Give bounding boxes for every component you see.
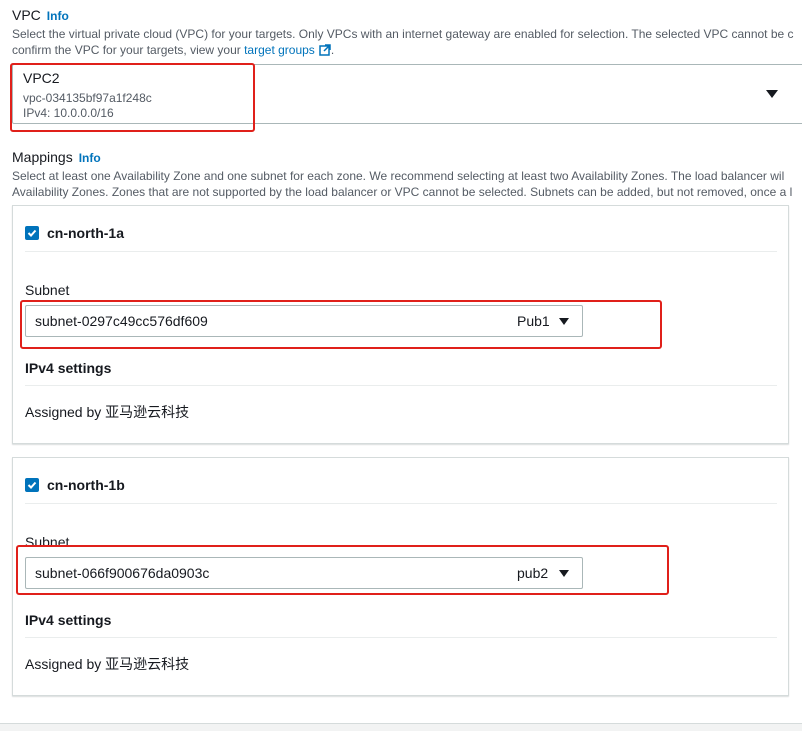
zone-checkbox[interactable]	[25, 478, 39, 492]
mappings-description-line2: Availability Zones. Zones that are not s…	[12, 185, 793, 199]
zone-card-cn-north-1a: cn-north-1a Subnet subnet-0297c49cc576df…	[12, 205, 789, 444]
subnet-tag: pub2	[517, 565, 549, 581]
check-icon	[27, 229, 37, 237]
ipv4-settings-title: IPv4 settings	[25, 360, 112, 376]
divider	[25, 251, 777, 252]
vpc-description-line1: Select the virtual private cloud (VPC) f…	[12, 27, 794, 41]
zone-card-cn-north-1b: cn-north-1b Subnet subnet-066f900676da09…	[12, 457, 789, 696]
ipv4-settings-title: IPv4 settings	[25, 612, 112, 628]
zone-checkbox[interactable]	[25, 226, 39, 240]
vpc-selected-cidr: IPv4: 10.0.0.0/16	[23, 106, 114, 120]
vpc-select[interactable]: VPC2 vpc-034135bf97a1f248c IPv4: 10.0.0.…	[12, 64, 802, 124]
vpc-description-line2: confirm the VPC for your targets, view y…	[12, 43, 335, 57]
ipv4-settings-value: Assigned by 亚马逊云科技	[25, 404, 190, 420]
target-groups-link[interactable]: target groups	[244, 43, 315, 57]
subnet-select[interactable]: subnet-0297c49cc576df609 Pub1	[25, 305, 583, 337]
divider	[25, 385, 777, 386]
zone-name: cn-north-1a	[47, 225, 124, 241]
ipv4-settings-value: Assigned by 亚马逊云科技	[25, 656, 190, 672]
check-icon	[27, 481, 37, 489]
mappings-description-line1: Select at least one Availability Zone an…	[12, 169, 785, 183]
subnet-id: subnet-0297c49cc576df609	[35, 313, 208, 329]
subnet-id: subnet-066f900676da0903c	[35, 565, 210, 581]
caret-down-icon[interactable]	[559, 570, 569, 577]
mappings-label: Mappings	[12, 149, 73, 165]
vpc-selected-id: vpc-034135bf97a1f248c	[23, 91, 152, 105]
mappings-header: Mappings Info	[12, 149, 101, 167]
vpc-header: VPC Info	[12, 7, 69, 25]
subnet-tag: Pub1	[517, 313, 550, 329]
subnet-label: Subnet	[25, 534, 70, 550]
zone-name: cn-north-1b	[47, 477, 125, 493]
divider	[25, 637, 777, 638]
caret-down-icon[interactable]	[559, 318, 569, 325]
caret-down-icon[interactable]	[766, 90, 778, 98]
subnet-select[interactable]: subnet-066f900676da0903c pub2	[25, 557, 583, 589]
mappings-info-link[interactable]: Info	[79, 151, 101, 165]
vpc-info-link[interactable]: Info	[47, 9, 69, 23]
divider	[25, 503, 777, 504]
subnet-label: Subnet	[25, 282, 70, 298]
vpc-label: VPC	[12, 7, 41, 23]
vpc-selected-name: VPC2	[23, 70, 60, 86]
external-link-icon[interactable]	[319, 44, 331, 56]
